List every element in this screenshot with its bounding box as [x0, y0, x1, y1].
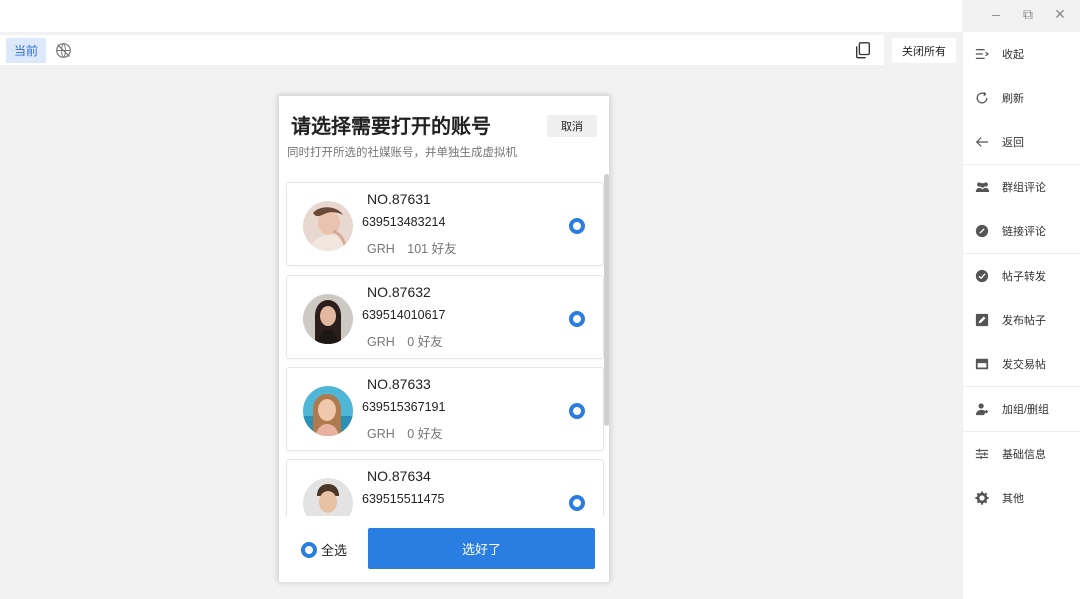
- list-item[interactable]: NO.87634 639515511475: [286, 459, 604, 516]
- account-phone: 639514010617: [362, 308, 446, 322]
- dialog-footer: 全选 选好了: [279, 526, 609, 582]
- list-item[interactable]: NO.87632 639514010617 GRH 0 好友: [286, 275, 604, 359]
- select-all-toggle[interactable]: 全选: [301, 540, 347, 559]
- sidebar-item-label: 加组/删组: [1002, 404, 1050, 416]
- sidebar-item-label: 返回: [1002, 137, 1024, 149]
- sidebar-item-back[interactable]: 返回: [963, 120, 1080, 164]
- avatar: [303, 478, 353, 516]
- right-sidebar: 收起 刷新 返回 群组评论 链接评论 帖子转发 发布帖子 发交易帖 加组/删组 …: [962, 32, 1080, 599]
- refresh-icon: [973, 89, 991, 107]
- dialog-subtitle: 同时打开所选的社媒账号，并单独生成虚拟机: [287, 147, 517, 159]
- select-radio[interactable]: [569, 218, 585, 234]
- restore-button[interactable]: ⧉: [1014, 2, 1042, 26]
- avatar: [303, 386, 353, 436]
- select-radio[interactable]: [569, 403, 585, 419]
- sidebar-item-trade-post[interactable]: 发交易帖: [963, 342, 1080, 386]
- account-phone: 639515367191: [362, 400, 446, 414]
- list-item[interactable]: NO.87633 639515367191 GRH 0 好友: [286, 367, 604, 451]
- copy-icon[interactable]: [854, 41, 872, 59]
- sidebar-item-basic-info[interactable]: 基础信息: [963, 432, 1080, 476]
- gear-icon: [973, 489, 991, 507]
- collapse-icon: [973, 45, 991, 63]
- account-number: NO.87631: [367, 191, 431, 207]
- sidebar-item-label: 群组评论: [1002, 182, 1046, 194]
- window-controls: – ⧉ ✕: [982, 0, 1080, 28]
- sliders-icon: [973, 445, 991, 463]
- list-scrollbar[interactable]: [604, 174, 609, 426]
- account-phone: 639515511475: [362, 492, 445, 506]
- sidebar-item-refresh[interactable]: 刷新: [963, 76, 1080, 120]
- avatar: [303, 294, 353, 344]
- sidebar-item-group-comment[interactable]: 群组评论: [963, 165, 1080, 209]
- account-number: NO.87632: [367, 284, 431, 300]
- account-phone: 639513483214: [362, 215, 446, 229]
- group-icon: [973, 178, 991, 196]
- minimize-button[interactable]: –: [982, 2, 1010, 26]
- sidebar-item-label: 刷新: [1002, 93, 1024, 105]
- sidebar-item-add-remove-group[interactable]: 加组/删组: [963, 387, 1080, 431]
- select-radio[interactable]: [569, 311, 585, 327]
- sidebar-item-publish-post[interactable]: 发布帖子: [963, 298, 1080, 342]
- sidebar-item-collapse[interactable]: 收起: [963, 32, 1080, 76]
- select-all-label: 全选: [321, 543, 348, 558]
- sidebar-item-label: 收起: [1002, 49, 1024, 61]
- sidebar-item-other[interactable]: 其他: [963, 476, 1080, 520]
- sidebar-item-link-comment[interactable]: 链接评论: [963, 209, 1080, 253]
- sidebar-item-label: 基础信息: [1002, 449, 1046, 461]
- account-meta: GRH 101 好友: [367, 242, 457, 256]
- store-icon: [973, 355, 991, 373]
- back-arrow-icon: [973, 133, 991, 151]
- account-number: NO.87634: [367, 468, 431, 484]
- cancel-button[interactable]: 取消: [547, 115, 597, 137]
- select-radio[interactable]: [569, 495, 585, 511]
- close-button[interactable]: ✕: [1046, 2, 1074, 26]
- sidebar-item-label: 发布帖子: [1002, 315, 1046, 327]
- account-meta: GRH 0 好友: [367, 335, 443, 349]
- sidebar-item-label: 帖子转发: [1002, 271, 1046, 283]
- close-all-button[interactable]: 关闭所有: [892, 38, 956, 63]
- confirm-button[interactable]: 选好了: [368, 528, 595, 569]
- avatar: [303, 201, 353, 251]
- account-meta: GRH 0 好友: [367, 427, 443, 441]
- select-all-radio[interactable]: [301, 541, 317, 558]
- list-item[interactable]: NO.87631 639513483214 GRH 101 好友: [286, 182, 604, 266]
- user-group-icon: [973, 400, 991, 418]
- tab-current[interactable]: 当前: [6, 37, 47, 63]
- forward-icon: [973, 267, 991, 285]
- sidebar-item-label: 发交易帖: [1002, 359, 1046, 371]
- dialog-title: 请选择需要打开的账号: [291, 116, 491, 138]
- account-list: NO.87631 639513483214 GRH 101 好友 NO.8763…: [285, 176, 605, 516]
- sidebar-item-post-forward[interactable]: 帖子转发: [963, 254, 1080, 298]
- sidebar-item-label: 其他: [1002, 493, 1024, 505]
- sidebar-item-label: 链接评论: [1002, 226, 1046, 238]
- globe-off-icon[interactable]: [54, 41, 72, 59]
- address-bar: 当前: [0, 35, 884, 65]
- account-number: NO.87633: [367, 376, 431, 392]
- title-bar: [0, 0, 962, 32]
- account-select-dialog: 请选择需要打开的账号 取消 同时打开所选的社媒账号，并单独生成虚拟机 NO.87…: [278, 95, 610, 582]
- link-icon: [973, 222, 991, 240]
- edit-icon: [973, 311, 991, 329]
